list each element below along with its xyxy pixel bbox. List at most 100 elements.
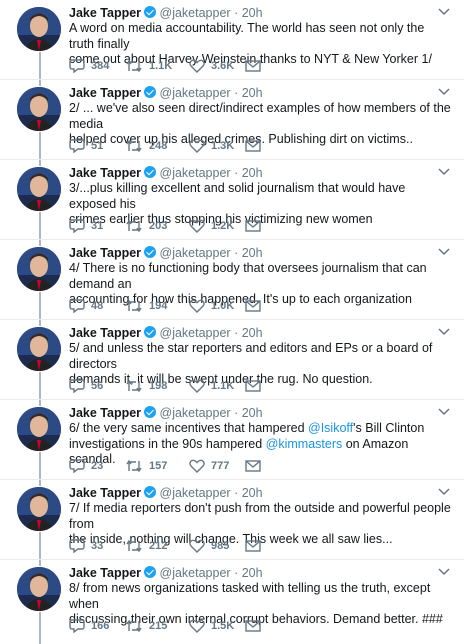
tweet-text-line: 5/ and unless the star reporters and edi…	[69, 341, 433, 371]
retweet-button[interactable]: 198	[125, 378, 167, 394]
tweet-header: Jake Tapper @jaketapper · 20h	[69, 5, 434, 21]
retweet-button[interactable]: 212	[125, 538, 167, 554]
tweet-8[interactable]: Jake Tapper @jaketapper · 20h 8/ from ne…	[0, 560, 464, 640]
timestamp[interactable]: 20h	[242, 86, 263, 100]
timestamp[interactable]: 20h	[242, 566, 263, 580]
avatar[interactable]	[17, 247, 61, 291]
avatar[interactable]	[17, 487, 61, 531]
retweet-button[interactable]: 1.1K	[125, 58, 172, 74]
reply-button[interactable]: 56	[69, 378, 103, 394]
author-name[interactable]: Jake Tapper	[69, 486, 141, 500]
author-name[interactable]: Jake Tapper	[69, 166, 141, 180]
timestamp[interactable]: 20h	[242, 166, 263, 180]
author-name[interactable]: Jake Tapper	[69, 326, 141, 340]
heart-icon	[189, 619, 205, 633]
author-name[interactable]: Jake Tapper	[69, 6, 141, 20]
chevron-down-icon[interactable]	[438, 168, 450, 176]
tweet-5[interactable]: Jake Tapper @jaketapper · 20h 5/ and unl…	[0, 320, 464, 400]
direct-message-button[interactable]	[245, 218, 267, 234]
like-button[interactable]: 3.6K	[189, 58, 234, 74]
direct-message-button[interactable]	[245, 618, 267, 634]
author-name[interactable]: Jake Tapper	[69, 566, 141, 580]
like-button[interactable]: 1.5K	[189, 618, 234, 634]
author-handle[interactable]: @jaketapper	[160, 406, 231, 420]
tweet-4[interactable]: Jake Tapper @jaketapper · 20h 4/ There i…	[0, 240, 464, 320]
retweet-button[interactable]: 215	[125, 618, 167, 634]
timestamp[interactable]: 20h	[242, 486, 263, 500]
reply-count: 56	[91, 380, 104, 392]
tweet-7[interactable]: Jake Tapper @jaketapper · 20h 7/ If medi…	[0, 480, 464, 560]
direct-message-button[interactable]	[245, 58, 267, 74]
direct-message-button[interactable]	[245, 458, 267, 474]
chevron-down-icon[interactable]	[438, 8, 450, 16]
direct-message-button[interactable]	[245, 138, 267, 154]
reply-button[interactable]: 166	[69, 618, 109, 634]
retweet-icon	[126, 299, 142, 313]
tweet-3[interactable]: Jake Tapper @jaketapper · 20h 3/...plus …	[0, 160, 464, 240]
tweet-header: Jake Tapper @jaketapper · 20h	[69, 405, 434, 421]
timestamp[interactable]: 20h	[242, 6, 263, 20]
direct-message-button[interactable]	[245, 538, 267, 554]
author-handle[interactable]: @jaketapper	[160, 86, 231, 100]
author-handle[interactable]: @jaketapper	[160, 486, 231, 500]
like-button[interactable]: 985	[189, 538, 229, 554]
like-button[interactable]: 1.0K	[189, 298, 234, 314]
chevron-down-icon[interactable]	[438, 248, 450, 256]
avatar[interactable]	[17, 7, 61, 51]
avatar[interactable]	[17, 167, 61, 211]
chevron-down-icon[interactable]	[438, 328, 450, 336]
chevron-down-icon[interactable]	[438, 408, 450, 416]
author-handle[interactable]: @jaketapper	[160, 566, 231, 580]
timestamp[interactable]: 20h	[242, 406, 263, 420]
reply-icon	[69, 299, 85, 313]
reply-icon	[69, 619, 85, 633]
retweet-button[interactable]: 157	[125, 458, 167, 474]
author-handle[interactable]: @jaketapper	[160, 6, 231, 20]
retweet-button[interactable]: 194	[125, 298, 167, 314]
like-button[interactable]: 777	[189, 458, 229, 474]
mention-link[interactable]: @kimmasters	[266, 437, 343, 451]
direct-message-button[interactable]	[245, 378, 267, 394]
envelope-icon	[245, 620, 261, 632]
reply-button[interactable]: 31	[69, 218, 103, 234]
direct-message-button[interactable]	[245, 298, 267, 314]
reply-button[interactable]: 51	[69, 138, 103, 154]
retweet-icon	[126, 59, 142, 73]
author-handle[interactable]: @jaketapper	[160, 246, 231, 260]
reply-button[interactable]: 23	[69, 458, 103, 474]
chevron-down-icon[interactable]	[438, 568, 450, 576]
retweet-icon	[126, 459, 142, 473]
tweet-text-line: 3/...plus killing excellent and solid jo…	[69, 181, 406, 211]
author-handle[interactable]: @jaketapper	[160, 326, 231, 340]
mention-link[interactable]: @Isikoff	[308, 421, 353, 435]
envelope-icon	[245, 380, 261, 392]
retweet-button[interactable]: 203	[125, 218, 167, 234]
retweet-button[interactable]: 248	[125, 138, 167, 154]
reply-button[interactable]: 48	[69, 298, 103, 314]
retweet-count: 212	[149, 540, 168, 552]
like-count: 985	[211, 540, 230, 552]
like-button[interactable]: 1.1K	[189, 378, 234, 394]
timestamp[interactable]: 20h	[242, 326, 263, 340]
tweet-2[interactable]: Jake Tapper @jaketapper · 20h 2/ ... we'…	[0, 80, 464, 160]
like-button[interactable]: 1.3K	[189, 138, 234, 154]
tweet-1[interactable]: Jake Tapper @jaketapper · 20h A word on …	[0, 0, 464, 80]
author-name[interactable]: Jake Tapper	[69, 86, 141, 100]
like-button[interactable]: 1.2K	[189, 218, 234, 234]
avatar[interactable]	[17, 87, 61, 131]
retweet-icon	[126, 379, 142, 393]
avatar[interactable]	[17, 567, 61, 611]
reply-button[interactable]: 33	[69, 538, 103, 554]
tweet-6[interactable]: Jake Tapper @jaketapper · 20h 6/ the ver…	[0, 400, 464, 480]
avatar[interactable]	[17, 407, 61, 451]
separator: ·	[234, 486, 239, 500]
chevron-down-icon[interactable]	[438, 88, 450, 96]
author-handle[interactable]: @jaketapper	[160, 166, 231, 180]
timestamp[interactable]: 20h	[242, 246, 263, 260]
chevron-down-icon[interactable]	[438, 488, 450, 496]
author-name[interactable]: Jake Tapper	[69, 406, 141, 420]
reply-button[interactable]: 384	[69, 58, 109, 74]
retweet-count: 203	[149, 220, 168, 232]
author-name[interactable]: Jake Tapper	[69, 246, 141, 260]
avatar[interactable]	[17, 327, 61, 371]
